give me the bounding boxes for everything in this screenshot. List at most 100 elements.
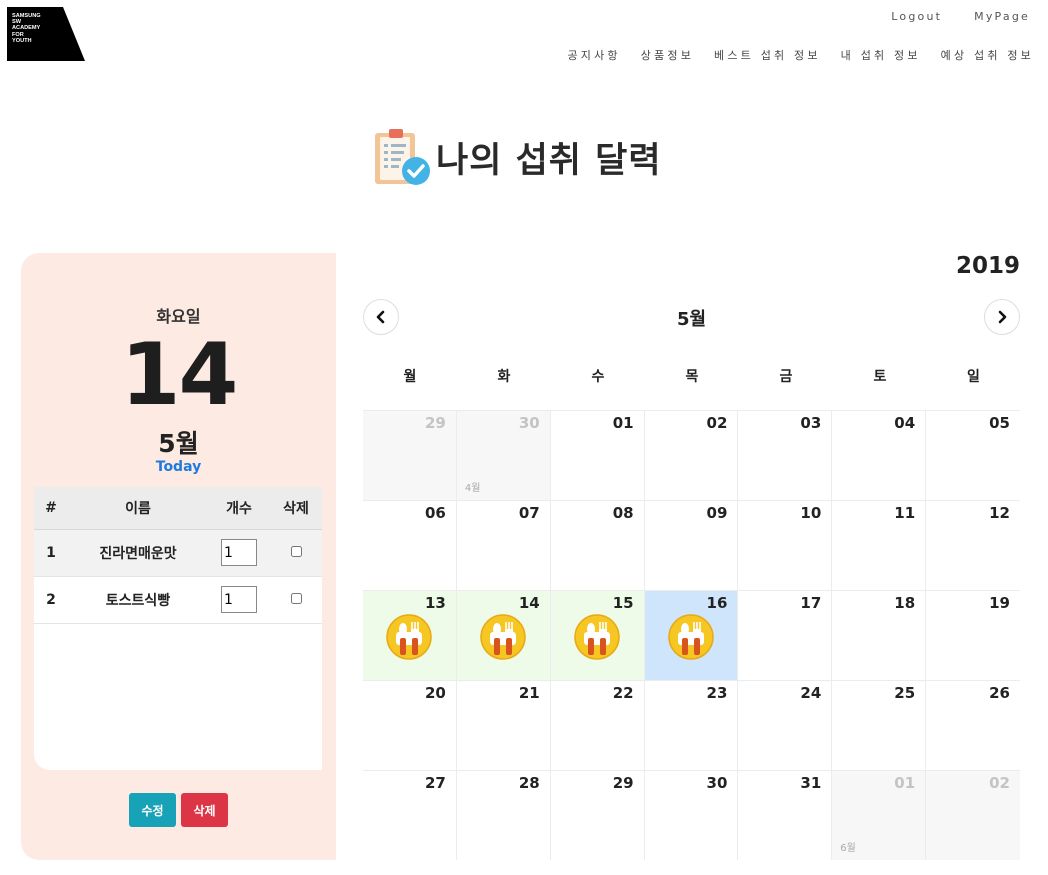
delete-button[interactable]: 삭제 [181, 793, 228, 827]
logo-tail [63, 7, 85, 61]
calendar-day-cell[interactable]: 22 [550, 680, 645, 770]
calendar-day-cell[interactable]: 20 [363, 680, 457, 770]
page-header: 나의 섭취 달력 [372, 126, 662, 188]
calendar-day-cell[interactable]: 26 [926, 680, 1020, 770]
day-number: 09 [706, 504, 728, 522]
nav-item-best-intake[interactable]: 베스트 섭취 정보 [714, 47, 821, 63]
weekday-label: 화 [497, 369, 511, 385]
today-intake-panel: 화요일 14 5월 Today # 이름 개수 삭제 1 진라면매운맛 1 2 … [21, 253, 336, 860]
count-cell [208, 529, 270, 577]
calendar-day-cell[interactable]: 30 4월 [456, 410, 551, 500]
calendar-day-cell[interactable]: 27 [363, 770, 457, 860]
clipboard-check-icon [372, 126, 434, 188]
weekday-label: 수 [591, 369, 605, 385]
calendar-day-cell[interactable]: 12 [926, 500, 1020, 590]
count-cell [208, 576, 270, 624]
row-number: 2 [34, 576, 68, 624]
day-number: 17 [800, 594, 822, 612]
calendar-day-cell[interactable]: 05 [926, 410, 1020, 500]
calendar-day-cell[interactable]: 02 [926, 770, 1020, 860]
calendar-day-cell[interactable]: 17 [738, 590, 833, 680]
calendar-day-cell[interactable]: 14 [456, 590, 551, 680]
fork-spoon-icon[interactable] [480, 614, 526, 660]
calendar-day-cell[interactable]: 11 [832, 500, 927, 590]
day-number: 03 [800, 414, 822, 432]
calendar-day-cell[interactable]: 25 [832, 680, 927, 770]
day-number: 04 [894, 414, 916, 432]
calendar-day-cell[interactable]: 04 [832, 410, 927, 500]
day-number: 08 [612, 504, 634, 522]
day-number: 02 [989, 774, 1010, 792]
table-row: 2 토스트식빵 [34, 576, 322, 624]
food-name: 토스트식빵 [68, 576, 208, 624]
day-number: 01 [612, 414, 634, 432]
calendar-day-cell[interactable]: 24 [738, 680, 833, 770]
delete-cell [270, 576, 322, 624]
academy-logo[interactable]: SAMSUNG SW ACADEMY FOR YOUTH [7, 7, 85, 61]
calendar-day-cell[interactable]: 21 [456, 680, 551, 770]
calendar-day-cell[interactable]: 07 [456, 500, 551, 590]
calendar-day-cell[interactable]: 06 [363, 500, 457, 590]
calendar-day-cell[interactable]: 01 6월 [832, 770, 927, 860]
day-number: 29 [612, 774, 634, 792]
count-input[interactable] [221, 539, 257, 566]
selected-day-number: 14 [120, 325, 239, 425]
delete-checkbox[interactable] [290, 545, 302, 557]
today-link[interactable]: Today [21, 459, 336, 475]
nav-item-expected-intake[interactable]: 예상 섭취 정보 [941, 47, 1034, 63]
nav-item-products[interactable]: 상품정보 [641, 47, 694, 63]
selected-month: 5월 [158, 429, 199, 458]
calendar-day-cell[interactable]: 19 [926, 590, 1020, 680]
selected-weekday: 화요일 [156, 307, 201, 326]
count-input[interactable] [221, 586, 257, 613]
weekday-header: 월 화 수 목 금 토 일 [363, 366, 1020, 386]
day-number: 05 [989, 414, 1010, 432]
edit-button[interactable]: 수정 [129, 793, 176, 827]
day-number: 26 [989, 684, 1010, 702]
weekday-label: 금 [779, 369, 793, 385]
calendar-year: 2019 [955, 253, 1020, 279]
fork-spoon-icon[interactable] [667, 614, 714, 660]
calendar-day-cell[interactable]: 29 [550, 770, 645, 860]
calendar-day-cell[interactable]: 01 [550, 410, 645, 500]
calendar-day-cell[interactable]: 15 [550, 590, 645, 680]
day-number: 10 [800, 504, 822, 522]
mypage-link[interactable]: MyPage [974, 10, 1030, 23]
calendar-day-cell[interactable]: 29 [363, 410, 457, 500]
calendar-day-cell[interactable]: 16 [644, 590, 739, 680]
calendar-day-cell[interactable]: 09 [644, 500, 739, 590]
calendar-day-cell[interactable]: 31 [738, 770, 833, 860]
calendar-day-cell[interactable]: 08 [550, 500, 645, 590]
calendar-day-cell[interactable]: 03 [738, 410, 833, 500]
calendar-day-cell[interactable]: 18 [832, 590, 927, 680]
calendar-day-cell[interactable]: 23 [644, 680, 739, 770]
logout-link[interactable]: Logout [891, 10, 942, 23]
day-number: 30 [706, 774, 728, 792]
main-nav: 공지사항 상품정보 베스트 섭취 정보 내 섭취 정보 예상 섭취 정보 [567, 47, 1034, 63]
delete-checkbox[interactable] [290, 592, 302, 604]
day-number: 11 [894, 504, 916, 522]
calendar-day-cell[interactable]: 30 [644, 770, 739, 860]
delete-cell [270, 529, 322, 577]
fork-spoon-icon[interactable] [573, 614, 620, 660]
day-number: 02 [706, 414, 728, 432]
logo-text: SAMSUNG SW ACADEMY FOR YOUTH [12, 13, 41, 44]
day-number: 12 [989, 504, 1010, 522]
nav-item-notice[interactable]: 공지사항 [567, 47, 620, 63]
day-number: 01 [894, 774, 916, 792]
day-number: 31 [800, 774, 822, 792]
day-number: 19 [989, 594, 1010, 612]
calendar-day-cell[interactable]: 13 [363, 590, 457, 680]
next-month-button[interactable] [984, 299, 1020, 335]
day-number: 23 [706, 684, 728, 702]
calendar-day-cell[interactable]: 28 [456, 770, 551, 860]
day-number: 28 [518, 774, 540, 792]
day-number: 13 [424, 594, 446, 612]
calendar-day-cell[interactable]: 02 [644, 410, 739, 500]
day-number: 07 [518, 504, 540, 522]
column-header: 삭제 [270, 487, 322, 530]
calendar-day-cell[interactable]: 10 [738, 500, 833, 590]
nav-item-my-intake[interactable]: 내 섭취 정보 [841, 47, 921, 63]
fork-spoon-icon[interactable] [386, 614, 432, 660]
food-name: 진라면매운맛 [68, 529, 208, 577]
